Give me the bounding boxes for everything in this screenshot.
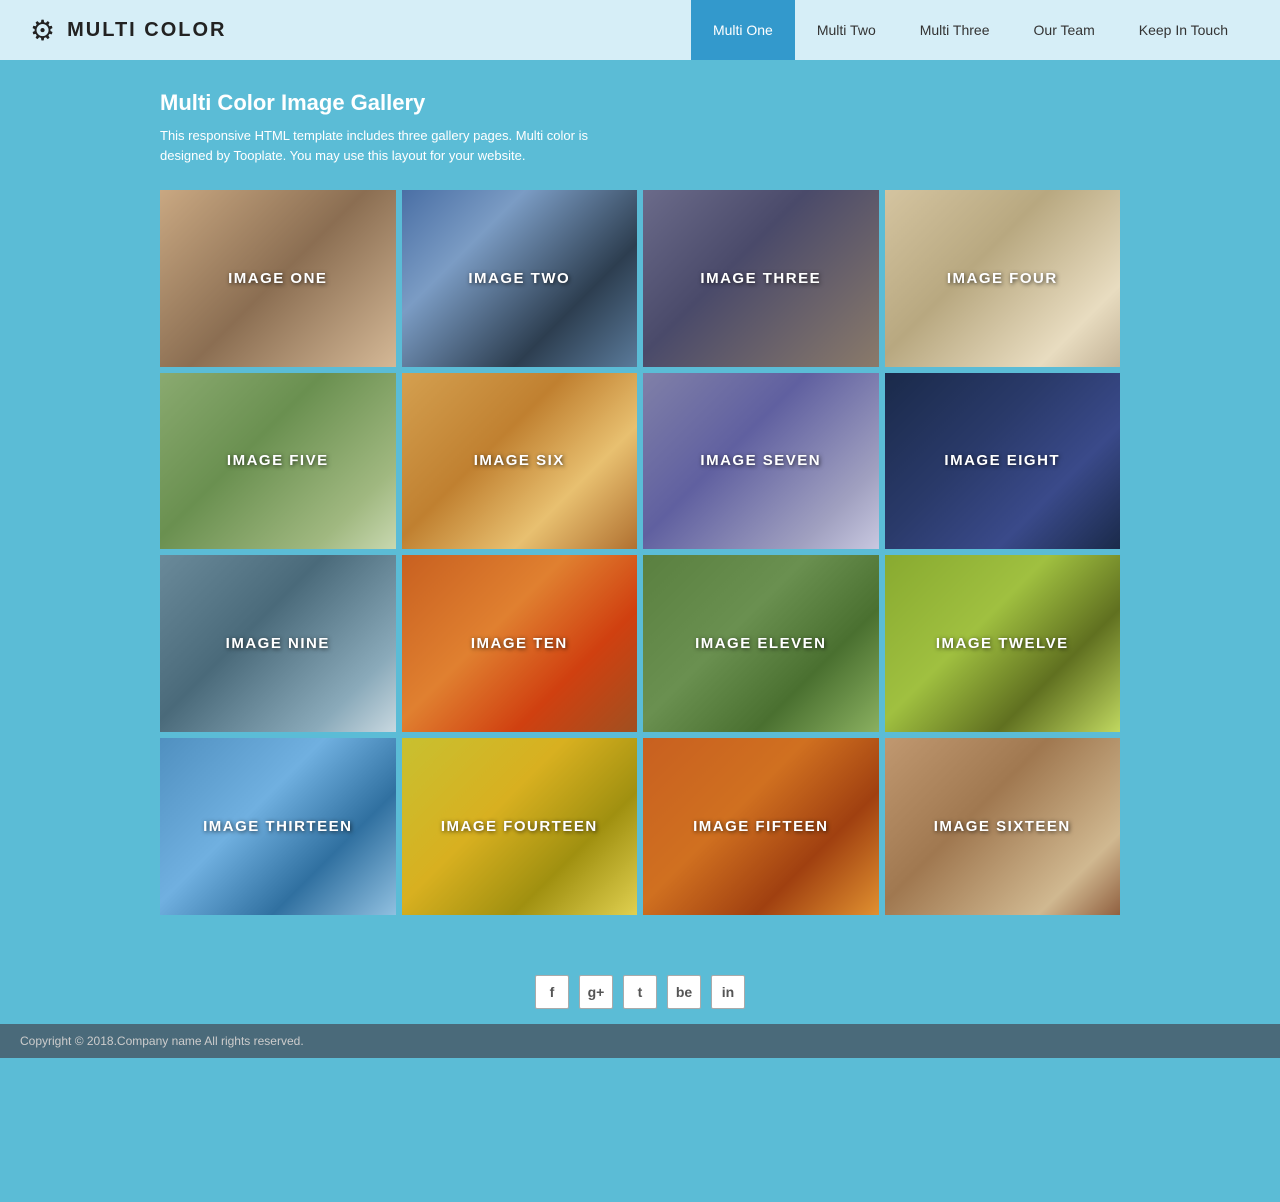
gallery-item-inner-5: IMAGE FIVE [160,373,396,550]
gallery-item-label-12: IMAGE TWELVE [936,635,1069,652]
gallery-item-label-11: IMAGE ELEVEN [695,635,826,652]
gallery-item-inner-3: IMAGE THREE [643,190,879,367]
social-btn-behance[interactable]: be [667,975,701,1009]
social-btn-google-plus[interactable]: g+ [579,975,613,1009]
gallery-grid: IMAGE ONE IMAGE TWO IMAGE THREE IMAGE FOUR I… [160,190,1120,915]
gallery-item-inner-2: IMAGE TWO [402,190,638,367]
gallery-item-inner-1: IMAGE ONE [160,190,396,367]
gallery-item-label-9: IMAGE NINE [226,635,330,652]
nav-item-multi-one[interactable]: Multi One [691,0,795,60]
gallery-item-label-6: IMAGE SIX [474,452,565,469]
gallery-item-14[interactable]: IMAGE FOURTEEN [402,738,638,915]
gallery-item-8[interactable]: IMAGE EIGHT [885,373,1121,550]
gallery-item-label-1: IMAGE ONE [228,270,327,287]
social-btn-twitter[interactable]: t [623,975,657,1009]
gallery-item-label-8: IMAGE EIGHT [944,452,1060,469]
gallery-item-label-3: IMAGE THREE [700,270,821,287]
gallery-item-label-4: IMAGE FOUR [947,270,1058,287]
gallery-item-16[interactable]: IMAGE SIXTEEN [885,738,1121,915]
social-btn-facebook[interactable]: f [535,975,569,1009]
copyright-text: Copyright © 2018.Company name All rights… [20,1034,304,1048]
gallery-item-inner-13: IMAGE THIRTEEN [160,738,396,915]
gallery-item-6[interactable]: IMAGE SIX [402,373,638,550]
gallery-item-label-5: IMAGE FIVE [227,452,329,469]
gallery-item-13[interactable]: IMAGE THIRTEEN [160,738,396,915]
nav-item-multi-two[interactable]: Multi Two [795,0,898,60]
gallery-item-12[interactable]: IMAGE TWELVE [885,555,1121,732]
gallery-item-11[interactable]: IMAGE ELEVEN [643,555,879,732]
nav-item-multi-three[interactable]: Multi Three [898,0,1012,60]
gallery-item-inner-11: IMAGE ELEVEN [643,555,879,732]
gallery-item-15[interactable]: IMAGE FIFTEEN [643,738,879,915]
gallery-item-4[interactable]: IMAGE FOUR [885,190,1121,367]
gallery-item-7[interactable]: IMAGE SEVEN [643,373,879,550]
footer-social: f g+ tbein [0,955,1280,1024]
gallery-item-label-16: IMAGE SIXTEEN [934,818,1071,835]
gallery-description: This responsive HTML template includes t… [160,126,590,165]
header: ⚙ MULTI COLOR Multi OneMulti TwoMulti Th… [0,0,1280,60]
gallery-item-9[interactable]: IMAGE NINE [160,555,396,732]
gallery-item-10[interactable]: IMAGE TEN [402,555,638,732]
gallery-item-5[interactable]: IMAGE FIVE [160,373,396,550]
gallery-item-label-15: IMAGE FIFTEEN [693,818,828,835]
gallery-item-inner-7: IMAGE SEVEN [643,373,879,550]
main-nav: Multi OneMulti TwoMulti ThreeOur TeamKee… [691,0,1250,60]
gallery-item-inner-12: IMAGE TWELVE [885,555,1121,732]
gallery-item-3[interactable]: IMAGE THREE [643,190,879,367]
nav-item-keep-in-touch[interactable]: Keep In Touch [1117,0,1250,60]
main-content: Multi Color Image Gallery This responsiv… [0,60,1280,955]
gallery-item-inner-4: IMAGE FOUR [885,190,1121,367]
gallery-title: Multi Color Image Gallery [160,90,1120,116]
gallery-item-inner-14: IMAGE FOURTEEN [402,738,638,915]
nav-item-our-team[interactable]: Our Team [1012,0,1117,60]
gallery-item-2[interactable]: IMAGE TWO [402,190,638,367]
social-btn-linkedin[interactable]: in [711,975,745,1009]
gallery-item-inner-6: IMAGE SIX [402,373,638,550]
gallery-item-label-10: IMAGE TEN [471,635,568,652]
gallery-item-inner-8: IMAGE EIGHT [885,373,1121,550]
gallery-item-label-7: IMAGE SEVEN [700,452,821,469]
gallery-item-1[interactable]: IMAGE ONE [160,190,396,367]
gallery-item-label-2: IMAGE TWO [468,270,570,287]
gallery-item-inner-16: IMAGE SIXTEEN [885,738,1121,915]
gallery-item-inner-10: IMAGE TEN [402,555,638,732]
bottom-bar: Copyright © 2018.Company name All rights… [0,1024,1280,1058]
logo-icon: ⚙ [30,14,55,47]
logo-area: ⚙ MULTI COLOR [30,14,691,47]
logo-text: MULTI COLOR [67,19,226,42]
gallery-item-inner-9: IMAGE NINE [160,555,396,732]
gallery-item-label-13: IMAGE THIRTEEN [203,818,352,835]
gallery-item-label-14: IMAGE FOURTEEN [441,818,598,835]
gallery-item-inner-15: IMAGE FIFTEEN [643,738,879,915]
